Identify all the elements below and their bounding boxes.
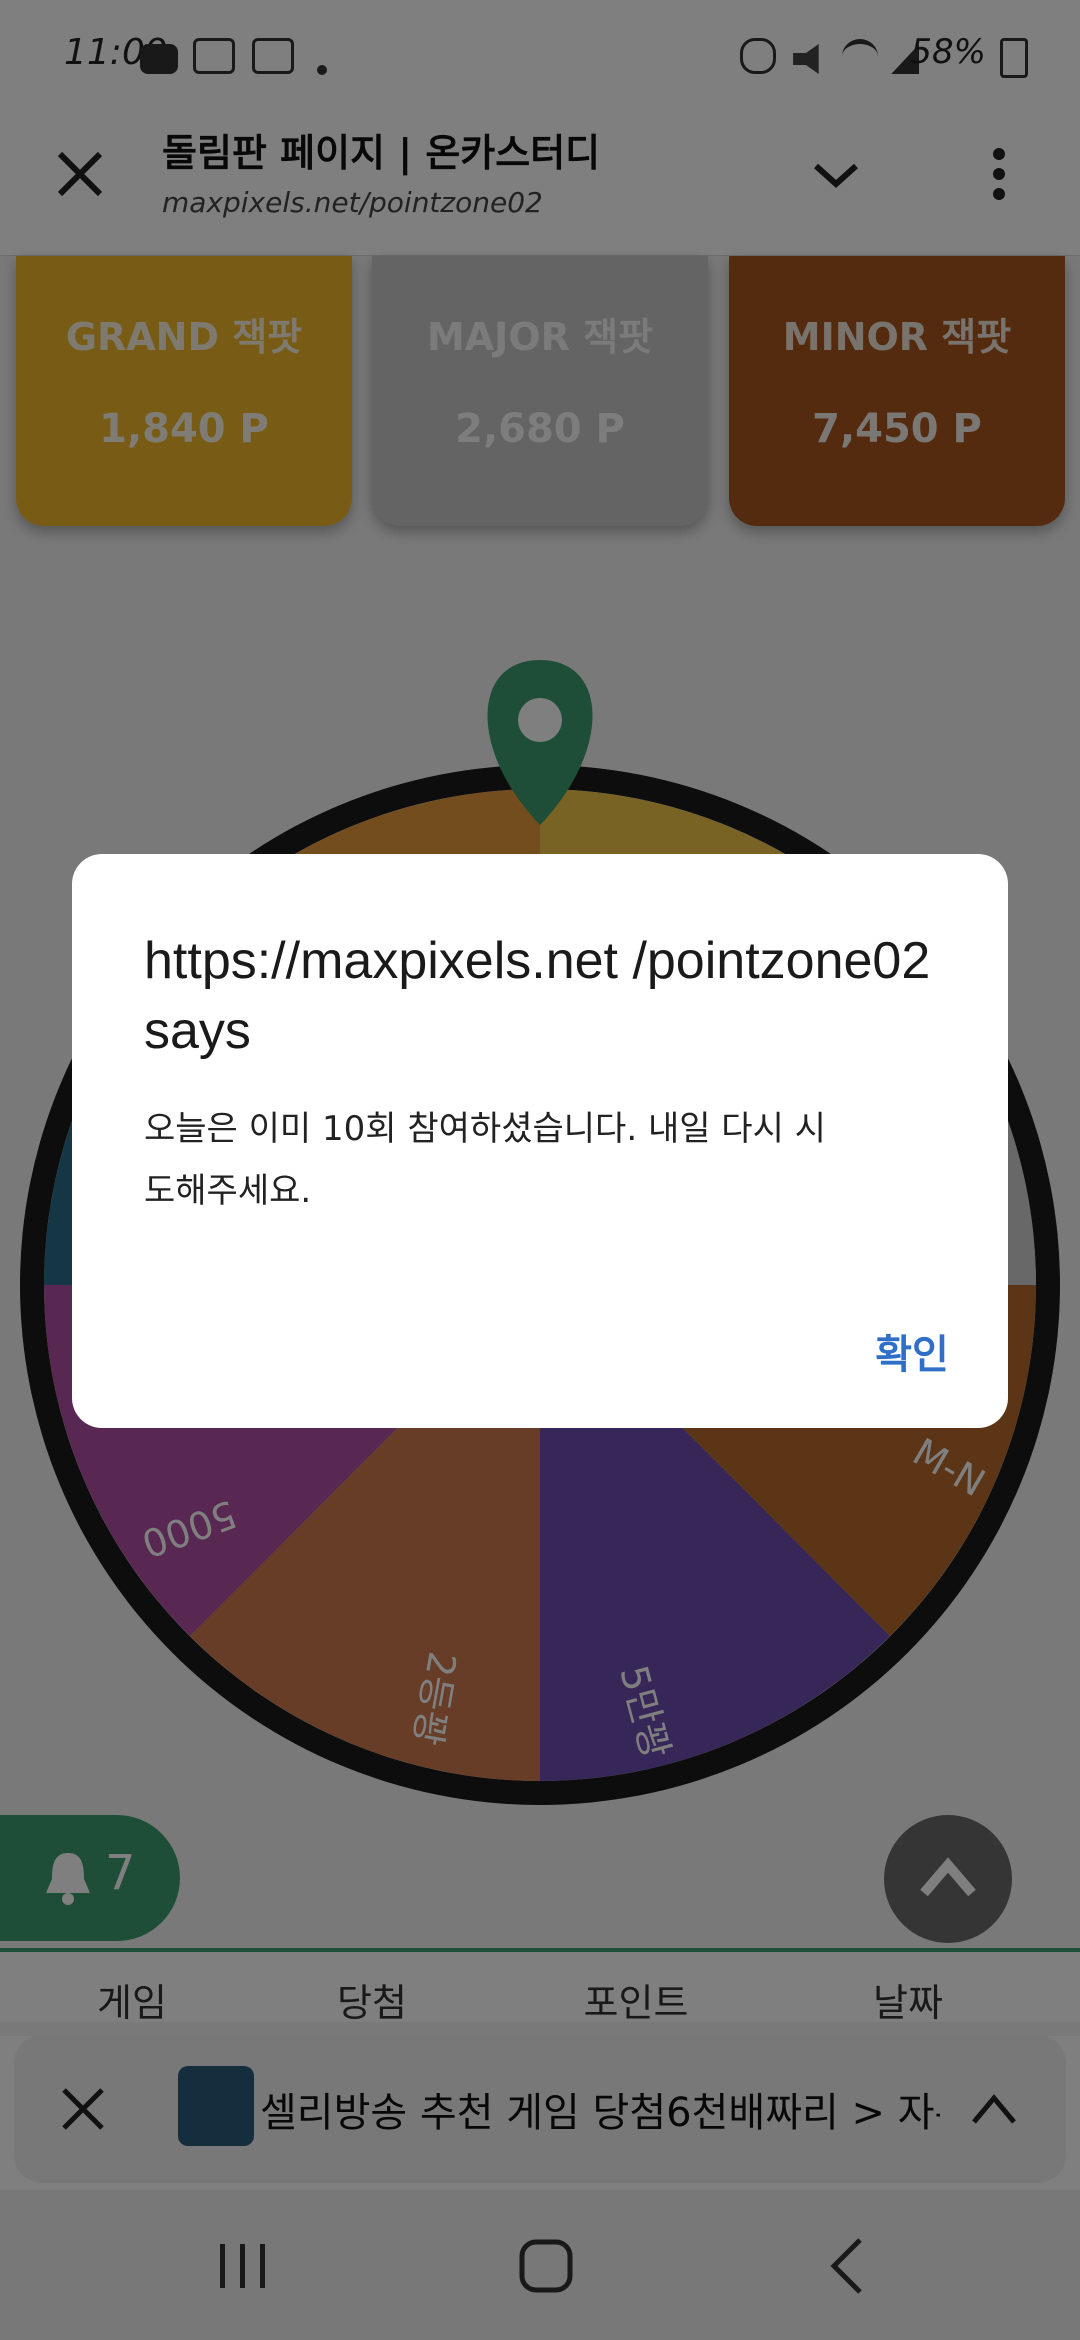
dialog-title: https://maxpixels.net /pointzone02 says — [144, 932, 931, 1060]
ok-button[interactable]: 확인 — [852, 1320, 972, 1390]
alert-dialog: https://maxpixels.net /pointzone02 says … — [72, 854, 1008, 1428]
dialog-message: 오늘은 이미 10회 참여하셨습니다. 내일 다시 시도해주세요. — [144, 1109, 826, 1211]
